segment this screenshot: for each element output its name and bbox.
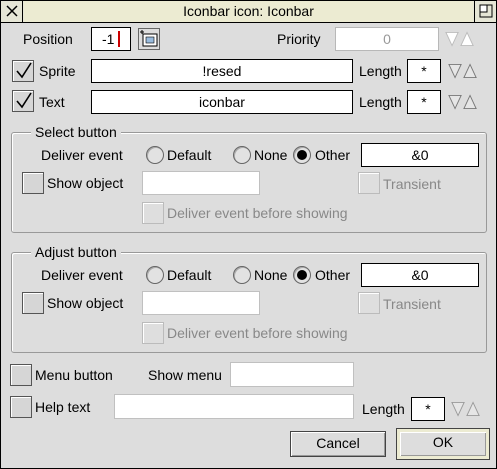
select-button-group-label: Select button [31,124,121,140]
text-length-label: Length [359,94,402,110]
text-checkbox[interactable] [12,90,34,112]
adjust-button-group-label: Adjust button [31,244,121,260]
select-radio-other-label: Other [315,147,351,163]
position-field[interactable]: -1 [91,27,131,51]
text-length-value: * [421,94,427,110]
position-picker-icon[interactable] [138,28,160,50]
adjust-radio-other-label: Other [315,267,351,283]
select-radio-none-label: None [254,147,288,163]
adjust-deliver-before-label: Deliver event before showing [167,325,348,341]
select-deliver-before-checkbox[interactable] [142,202,164,224]
help-text-label: Help text [35,399,91,415]
sprite-label: Sprite [39,63,76,79]
select-other-field[interactable]: &0 [361,143,479,167]
adjust-transient-checkbox[interactable] [358,292,380,314]
select-deliver-event-label: Deliver event [41,147,123,163]
select-radio-default[interactable] [146,146,164,164]
text-caret [118,31,120,47]
help-length-field[interactable]: * [411,397,445,421]
select-radio-default-label: Default [167,147,212,163]
sprite-length-value: * [421,63,427,79]
adjust-radio-default[interactable] [146,266,164,284]
priority-adjust-arrows-icon[interactable] [445,31,475,47]
sprite-length-label: Length [359,63,402,79]
help-length-arrows-icon[interactable] [451,401,481,417]
toggle-size-icon[interactable] [474,1,496,22]
text-field[interactable]: iconbar [91,90,353,114]
help-length-label: Length [362,401,405,417]
cancel-button[interactable]: Cancel [290,431,386,457]
adjust-deliver-before-checkbox[interactable] [142,322,164,344]
title-bar[interactable]: Iconbar icon: Iconbar [1,1,496,23]
help-text-checkbox[interactable] [10,396,32,418]
select-show-object-field[interactable] [142,171,260,195]
text-length-field[interactable]: * [407,90,441,114]
adjust-other-field[interactable]: &0 [361,263,479,287]
priority-field[interactable]: 0 [335,27,439,51]
select-transient-checkbox[interactable] [358,172,380,194]
text-label: Text [39,94,65,110]
position-label: Position [23,31,73,47]
show-menu-label: Show menu [148,367,222,383]
text-value: iconbar [199,94,245,110]
select-radio-other[interactable] [293,146,311,164]
sprite-value: !resed [202,63,242,79]
sprite-length-arrows-icon[interactable] [448,63,478,79]
adjust-transient-label: Transient [383,296,441,312]
window-title: Iconbar icon: Iconbar [24,1,473,22]
sprite-length-field[interactable]: * [407,59,441,83]
iconbar-icon-dialog: Iconbar icon: Iconbar Position -1 Priori… [0,0,497,469]
adjust-radio-default-label: Default [167,267,212,283]
adjust-show-object-field[interactable] [142,291,260,315]
priority-value: 0 [383,31,391,47]
help-text-field[interactable] [114,394,354,419]
select-show-object-checkbox[interactable] [22,172,44,194]
select-show-object-label: Show object [47,175,124,191]
select-transient-label: Transient [383,176,441,192]
adjust-show-object-label: Show object [47,295,124,311]
sprite-field[interactable]: !resed [91,59,353,83]
show-menu-field[interactable] [230,362,354,387]
priority-label: Priority [277,31,321,47]
sprite-checkbox[interactable] [12,60,34,82]
text-length-arrows-icon[interactable] [448,94,478,110]
select-other-value: &0 [411,147,429,163]
help-length-value: * [425,401,431,417]
select-radio-none[interactable] [233,146,251,164]
adjust-other-value: &0 [411,267,429,283]
menu-button-label: Menu button [35,367,113,383]
close-icon[interactable] [1,1,23,22]
adjust-radio-none[interactable] [233,266,251,284]
select-deliver-before-label: Deliver event before showing [167,205,348,221]
adjust-deliver-event-label: Deliver event [41,267,123,283]
adjust-radio-none-label: None [254,267,288,283]
ok-button[interactable]: OK [396,428,490,460]
menu-button-checkbox[interactable] [10,364,32,386]
adjust-show-object-checkbox[interactable] [22,292,44,314]
adjust-radio-other[interactable] [293,266,311,284]
position-value: -1 [102,31,115,47]
